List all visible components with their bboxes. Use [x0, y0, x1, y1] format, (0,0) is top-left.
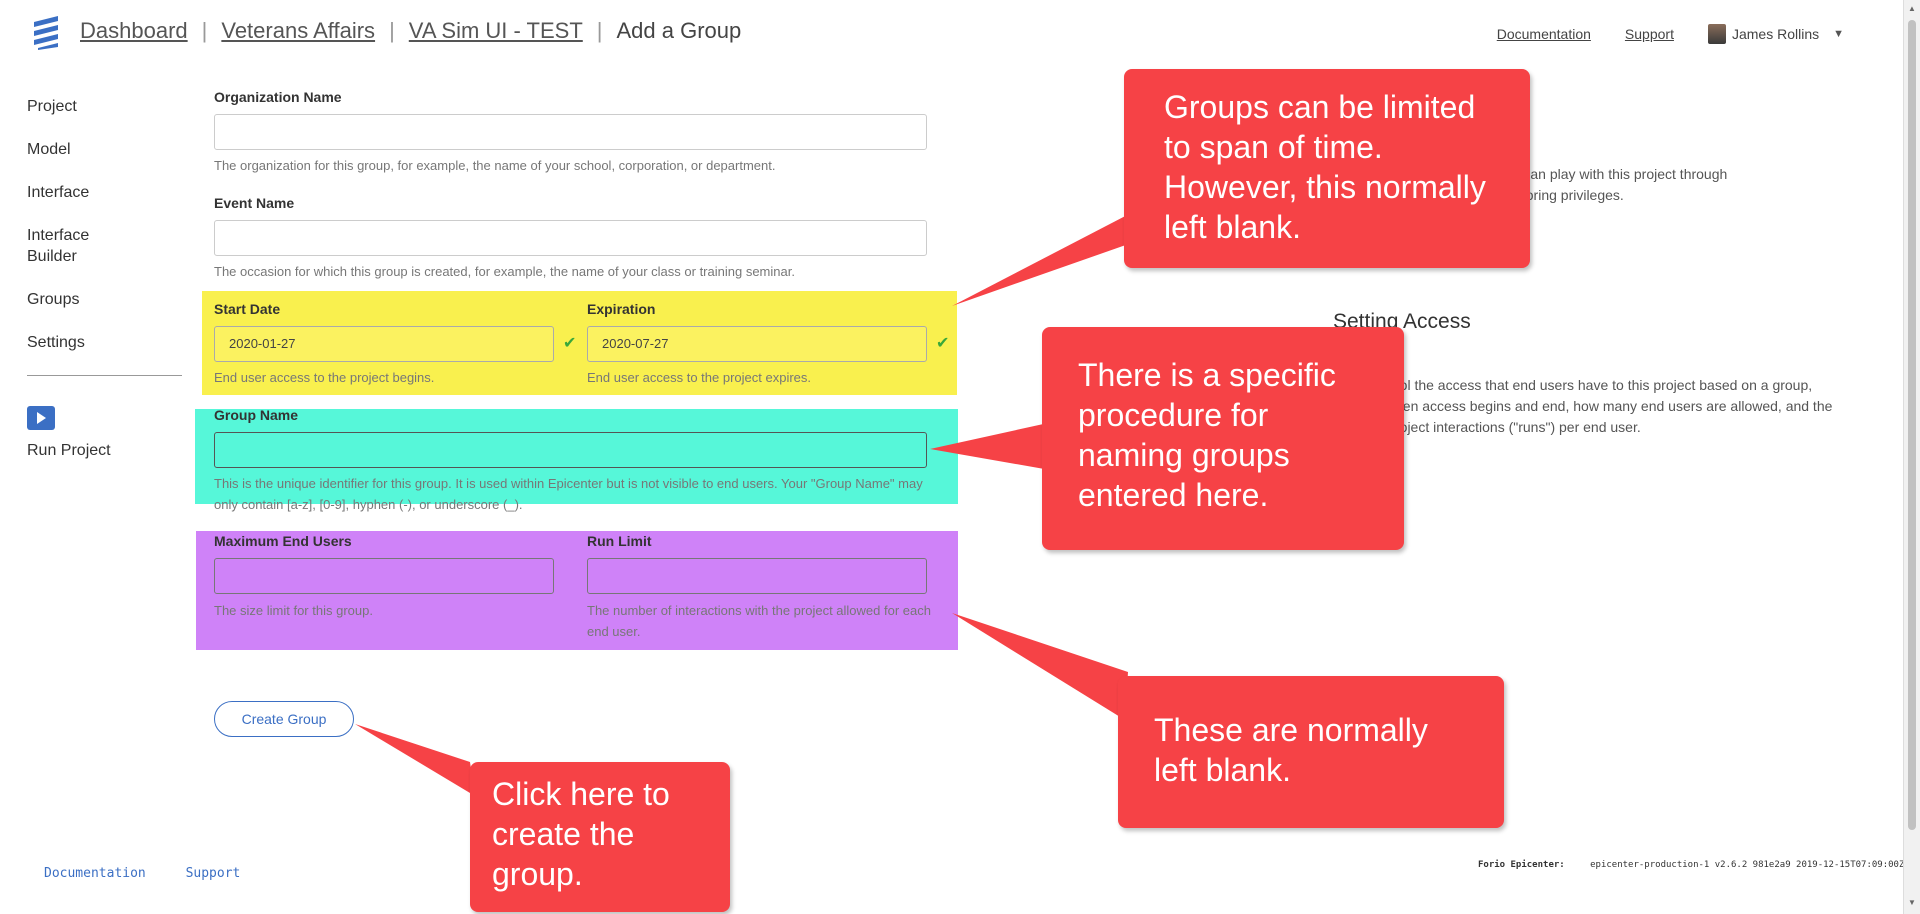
start-date-check-icon: ✔ [563, 335, 577, 352]
sidebar-item-settings[interactable]: Settings [27, 332, 183, 353]
footer-version: Forio Epicenter: epicenter-production-1 … [1478, 860, 1904, 870]
footer-links: Documentation Support [44, 866, 272, 881]
dates-callout-tail [952, 212, 1140, 306]
create-group-button[interactable]: Create Group [214, 701, 354, 737]
scroll-thumb[interactable] [1908, 20, 1916, 830]
org-name-help: The organization for this group, for exa… [214, 158, 776, 173]
group-name-input[interactable] [214, 432, 927, 468]
header-right: Documentation Support James Rollins ▼ [1497, 24, 1844, 44]
info-para-2-line-2: hen access begins and end, how many end … [1395, 398, 1833, 414]
naming-callout: There is a specific procedure for naming… [1042, 327, 1404, 550]
epicenter-logo-icon[interactable] [32, 14, 62, 50]
breadcrumb-separator: | [596, 18, 603, 43]
group-name-help: This is the unique identifier for this g… [214, 476, 923, 512]
sidebar-item-interface[interactable]: Interface [27, 182, 183, 203]
expiration-check-icon: ✔ [936, 335, 950, 352]
sidebar-divider [27, 375, 182, 376]
scroll-down-icon[interactable]: ▼ [1908, 898, 1916, 907]
chevron-down-icon[interactable]: ▼ [1833, 28, 1844, 40]
sidebar-item-model[interactable]: Model [27, 139, 183, 160]
run-limit-input[interactable] [587, 558, 927, 594]
scroll-up-icon[interactable]: ▲ [1908, 4, 1916, 13]
info-para-2-line-1: rol the access that end users have to th… [1395, 377, 1813, 393]
max-end-users-help: The size limit for this group. [214, 603, 373, 618]
run-limit-help: The number of interactions with the proj… [587, 603, 931, 639]
start-date-input[interactable]: 2020-01-27 [214, 326, 554, 362]
avatar [1707, 24, 1726, 44]
footer-support-link[interactable]: Support [186, 866, 241, 881]
limits-callout-tail [952, 613, 1128, 720]
footer-brand: Forio Epicenter: [1478, 860, 1565, 870]
breadcrumb-veterans-affairs[interactable]: Veterans Affairs [221, 18, 375, 44]
user-menu[interactable]: James Rollins ▼ [1707, 24, 1844, 44]
event-name-input[interactable] [214, 220, 927, 256]
org-name-label: Organization Name [214, 89, 342, 105]
footer-version-string: epicenter-production-1 v2.6.2 981e2a9 20… [1590, 860, 1905, 870]
run-project-icon[interactable] [27, 406, 55, 430]
page: Dashboard | Veterans Affairs | VA Sim UI… [0, 0, 1920, 914]
breadcrumb-dashboard[interactable]: Dashboard [80, 18, 188, 44]
sidebar-item-groups[interactable]: Groups [27, 289, 183, 310]
max-end-users-label: Maximum End Users [214, 533, 352, 549]
sidebar-item-run-project[interactable]: Run Project [27, 440, 183, 461]
sidebar: Project Model Interface Interface Builde… [27, 96, 183, 483]
breadcrumb-separator: | [389, 18, 395, 43]
run-limit-label: Run Limit [587, 533, 652, 549]
scrollbar[interactable]: ▲ ▼ [1903, 0, 1920, 914]
create-callout-tail [355, 724, 475, 796]
group-name-label: Group Name [214, 407, 299, 423]
start-date-help: End user access to the project begins. [214, 370, 435, 385]
user-name: James Rollins [1731, 26, 1820, 42]
sidebar-item-interface-builder[interactable]: Interface Builder [27, 225, 127, 267]
breadcrumb-separator: | [201, 18, 208, 43]
expiration-help: End user access to the project expires. [587, 370, 812, 385]
expiration-input[interactable]: 2020-07-27 [587, 326, 927, 362]
header-support-link[interactable]: Support [1625, 26, 1674, 42]
max-end-users-input[interactable] [214, 558, 554, 594]
breadcrumb: Dashboard | Veterans Affairs | VA Sim UI… [80, 18, 741, 44]
event-name-help: The occasion for which this group is cre… [214, 264, 795, 279]
footer-documentation-link[interactable]: Documentation [44, 866, 146, 881]
expiration-label: Expiration [587, 301, 656, 317]
limits-callout: These are normally left blank. [1118, 676, 1504, 828]
page-title: Add a Group [616, 18, 742, 43]
sidebar-item-project[interactable]: Project [27, 96, 183, 117]
start-date-label: Start Date [214, 301, 281, 317]
header-documentation-link[interactable]: Documentation [1497, 26, 1591, 42]
event-name-label: Event Name [214, 195, 295, 211]
breadcrumb-va-sim-ui-test[interactable]: VA Sim UI - TEST [409, 18, 583, 44]
dates-callout: Groups can be limited to span of time. H… [1124, 69, 1530, 268]
create-callout: Click here to create the group. [470, 762, 730, 912]
info-para-2-line-3: roject interactions ("runs") per end use… [1395, 419, 1641, 435]
org-name-input[interactable] [214, 114, 927, 150]
